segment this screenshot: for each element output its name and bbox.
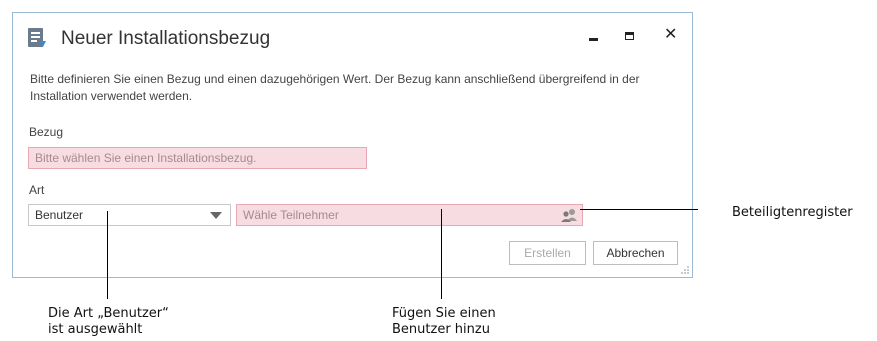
close-button[interactable]: ✕ [656, 23, 686, 49]
bezug-placeholder: Bitte wählen Sie einen Installationsbezu… [35, 151, 257, 165]
dialog-title: Neuer Installationsbezug [61, 28, 271, 49]
callout-user-line1: Fügen Sie einen [392, 306, 496, 321]
callout-line-art [107, 211, 108, 299]
callout-art-line1: Die Art „Benutzer“ [48, 306, 169, 321]
people-register-icon[interactable] [560, 208, 578, 222]
bezug-label: Bezug [29, 125, 64, 139]
document-edit-icon [28, 28, 46, 47]
minimize-icon [589, 38, 598, 41]
minimize-button[interactable] [579, 23, 609, 49]
art-label: Art [29, 183, 45, 197]
installation-reference-dialog: Neuer Installationsbezug ✕ Bitte definie… [12, 12, 693, 278]
maximize-button[interactable] [616, 23, 646, 49]
callout-art-line2: ist ausgewählt [48, 322, 143, 337]
maximize-icon [625, 32, 634, 40]
art-select[interactable]: Benutzer [28, 204, 231, 226]
callout-register: Beteiligtenregister [732, 205, 853, 220]
dialog-description: Bitte definieren Sie einen Bezug und ein… [30, 72, 640, 103]
participant-input[interactable]: Wähle Teilnehmer [236, 204, 583, 226]
callout-line-register [580, 209, 698, 210]
cancel-button[interactable]: Abbrechen [593, 241, 678, 265]
create-button[interactable]: Erstellen [509, 241, 586, 265]
callout-user-line2: Benutzer hinzu [392, 322, 490, 337]
participant-placeholder: Wähle Teilnehmer [243, 208, 339, 222]
bezug-input[interactable]: Bitte wählen Sie einen Installationsbezu… [28, 147, 367, 169]
close-icon: ✕ [664, 26, 678, 43]
callout-line-user [441, 209, 442, 299]
resize-grip-icon[interactable] [680, 265, 690, 275]
art-selected-value: Benutzer [35, 208, 84, 222]
chevron-down-icon [210, 212, 222, 219]
